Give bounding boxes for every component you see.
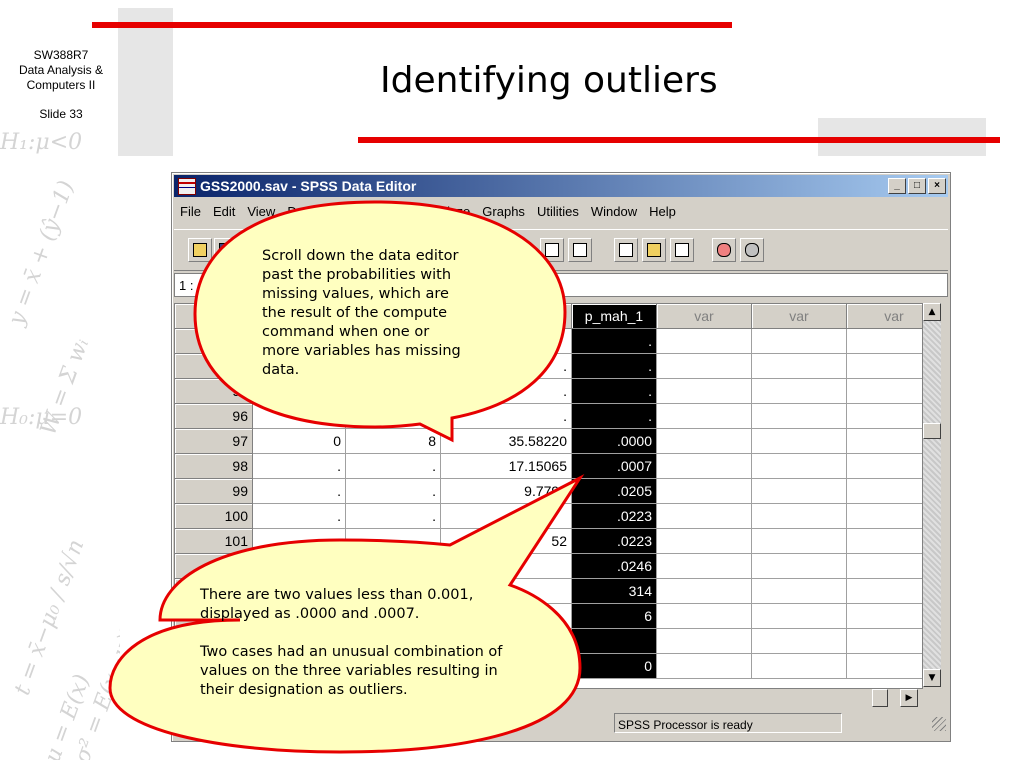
- callout-bottom-text: There are two values less than 0.001, di…: [200, 586, 502, 700]
- callout-bottom-spacer: [200, 624, 502, 643]
- callout-top-line: Scroll down the data editor: [262, 248, 459, 264]
- callout-bottom-line: Two cases had an unusual combination of: [200, 644, 503, 660]
- callout-top-text: Scroll down the data editor past the pro…: [262, 247, 461, 380]
- callout-top-line: more variables has missing: [262, 343, 461, 359]
- callout-top-line: missing values, which are: [262, 286, 449, 302]
- callout-bottom-line: values on the three variables resulting …: [200, 663, 498, 679]
- callout-bottom-line: There are two values less than 0.001,: [200, 587, 474, 603]
- callout-bottom-line: displayed as .0000 and .0007.: [200, 606, 420, 622]
- callout-top-line: data.: [262, 362, 300, 378]
- callout-top-line: command when one or: [262, 324, 430, 340]
- callout-bottom-line: their designation as outliers.: [200, 682, 408, 698]
- callout-top-line: the result of the compute: [262, 305, 447, 321]
- callout-shapes: [108, 200, 585, 754]
- callout-top-line: past the probabilities with: [262, 267, 452, 283]
